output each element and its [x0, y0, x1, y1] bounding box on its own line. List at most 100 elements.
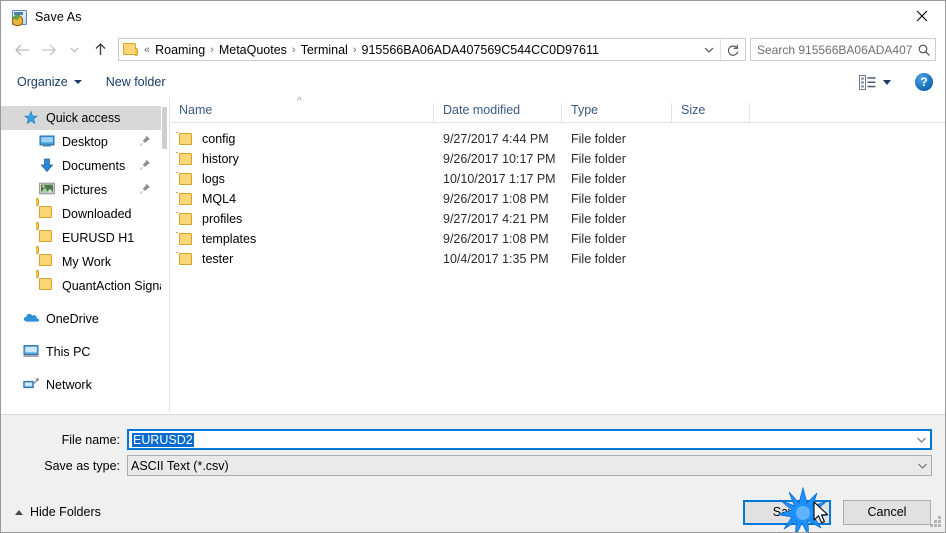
help-label: ? [920, 75, 928, 89]
file-name-cell: logs [170, 172, 434, 186]
save-label: Save [772, 505, 802, 519]
breadcrumb-leading[interactable]: « [142, 44, 152, 56]
search-input[interactable]: Search 915566BA06ADA40756... [751, 43, 913, 57]
file-name-cell: config [170, 132, 434, 146]
sidebar-item-my-work[interactable]: My Work [1, 246, 161, 274]
file-date-cell: 9/27/2017 4:21 PM [443, 212, 549, 226]
chevron-up-icon [15, 509, 23, 515]
breadcrumb-separator[interactable]: › [351, 44, 359, 56]
command-bar: Organize New folder ? [1, 67, 945, 98]
file-type-cell: File folder [571, 252, 626, 266]
file-type-cell: File folder [571, 192, 626, 206]
table-row[interactable]: tester 10/4/2017 1:35 PM File folder [170, 249, 945, 269]
sidebar-item-pictures[interactable]: Pictures [1, 178, 161, 202]
pin-icon[interactable] [139, 135, 151, 148]
sidebar-item-this-pc[interactable]: This PC [1, 340, 161, 364]
file-name-label: history [202, 152, 239, 166]
address-bar[interactable]: « Roaming › MetaQuotes › Terminal › 9155… [118, 38, 746, 61]
sidebar-item-label: Desktop [62, 135, 108, 149]
folder-icon [36, 270, 56, 294]
view-options-button[interactable] [855, 72, 895, 93]
back-button[interactable] [9, 37, 35, 63]
search-icon [913, 43, 935, 57]
cancel-button[interactable]: Cancel [843, 499, 931, 525]
title-bar: Save As [1, 1, 945, 32]
pin-icon[interactable] [139, 159, 151, 172]
file-date-cell: 9/26/2017 1:08 PM [443, 232, 549, 246]
help-button[interactable]: ? [915, 73, 933, 91]
column-header-type[interactable]: Type [562, 103, 672, 122]
computer-icon [23, 344, 40, 360]
file-name-value[interactable]: EURUSD2 [129, 432, 912, 447]
file-name-row: File name: EURUSD2 [1, 429, 945, 450]
refresh-button[interactable] [720, 39, 745, 60]
column-header-date-modified[interactable]: Date modified [434, 103, 562, 122]
breadcrumb-item-terminal[interactable]: Terminal [298, 43, 351, 57]
file-name-label: File name: [61, 432, 120, 447]
close-button[interactable] [899, 1, 945, 31]
resize-grip[interactable] [929, 516, 942, 529]
file-list-pane: Name ^ Date modified Type Size config 9/… [169, 97, 945, 413]
cloud-icon [23, 311, 40, 327]
sidebar-item-quick-access[interactable]: Quick access [1, 106, 161, 130]
address-dropdown-button[interactable] [698, 39, 720, 60]
sidebar-item-onedrive[interactable]: OneDrive [1, 307, 161, 331]
navigation-pane-scrollbar[interactable] [161, 97, 169, 413]
file-name-input[interactable]: EURUSD2 [127, 429, 932, 450]
table-row[interactable]: MQL4 9/26/2017 1:08 PM File folder [170, 189, 945, 209]
column-header-label: Size [681, 103, 706, 117]
breadcrumb-item-metaquotes[interactable]: MetaQuotes [216, 43, 290, 57]
sidebar-item-quantaction-signal[interactable]: QuantAction Signal [1, 270, 161, 298]
file-date-cell: 10/4/2017 1:35 PM [443, 252, 549, 266]
forward-arrow-icon [41, 44, 56, 55]
column-header-name[interactable]: Name ^ [170, 97, 434, 122]
save-as-type-dropdown-button[interactable] [913, 462, 931, 470]
up-button[interactable] [87, 37, 113, 63]
breadcrumb-separator[interactable]: › [208, 44, 216, 56]
pin-icon[interactable] [139, 183, 151, 196]
table-row[interactable]: logs 10/10/2017 1:17 PM File folder [170, 169, 945, 189]
table-row[interactable]: history 9/26/2017 10:17 PM File folder [170, 149, 945, 169]
folder-icon [36, 246, 56, 270]
sidebar-item-documents[interactable]: Documents [1, 154, 161, 178]
close-icon [916, 10, 928, 22]
folder-icon [36, 222, 56, 246]
view-layout-icon [859, 74, 876, 90]
folder-icon [123, 42, 139, 57]
monitor-icon [39, 134, 56, 150]
column-header-label: Type [571, 103, 599, 117]
navigation-bar: « Roaming › MetaQuotes › Terminal › 9155… [1, 32, 945, 67]
save-button[interactable]: Save [743, 499, 831, 525]
file-name-label: config [202, 132, 236, 146]
save-as-type-select[interactable]: ASCII Text (*.csv) [127, 455, 932, 476]
file-name-label: tester [202, 252, 234, 266]
save-as-type-label: Save as type: [44, 458, 120, 473]
column-header-size[interactable]: Size [672, 103, 750, 122]
breadcrumb-separator[interactable]: › [290, 44, 298, 56]
breadcrumb: « Roaming › MetaQuotes › Terminal › 9155… [139, 43, 698, 57]
breadcrumb-item-instance-id[interactable]: 915566BA06ADA407569C544CC0D97611 [359, 43, 602, 57]
dialog-body: Quick access Desktop Documents Pictures … [1, 97, 945, 413]
sidebar-item-desktop[interactable]: Desktop [1, 130, 161, 154]
table-row[interactable]: profiles 9/27/2017 4:21 PM File folder [170, 209, 945, 229]
file-name-dropdown-button[interactable] [912, 436, 930, 444]
sidebar-item-network[interactable]: Network [1, 373, 161, 397]
down-arrow-icon [39, 158, 56, 174]
chevron-down-icon [916, 437, 926, 443]
sidebar-item-downloaded[interactable]: Downloaded [1, 198, 161, 226]
refresh-icon [727, 44, 739, 56]
breadcrumb-item-roaming[interactable]: Roaming [152, 43, 208, 57]
sidebar-item-label: Pictures [62, 183, 108, 197]
navigation-pane: Quick access Desktop Documents Pictures … [1, 97, 161, 413]
organize-button[interactable]: Organize [9, 72, 90, 92]
hide-folders-button[interactable]: Hide Folders [15, 505, 101, 519]
sidebar-item-eurusd-h1[interactable]: EURUSD H1 [1, 222, 161, 250]
table-row[interactable]: templates 9/26/2017 1:08 PM File folder [170, 229, 945, 249]
forward-button[interactable] [35, 37, 61, 63]
new-folder-button[interactable]: New folder [98, 72, 174, 92]
table-row[interactable]: config 9/27/2017 4:44 PM File folder [170, 129, 945, 149]
search-box[interactable]: Search 915566BA06ADA40756... [750, 38, 936, 61]
file-type-cell: File folder [571, 132, 626, 146]
dialog-footer: Hide Folders Save Cancel [1, 492, 945, 532]
recent-locations-button[interactable] [61, 37, 87, 63]
